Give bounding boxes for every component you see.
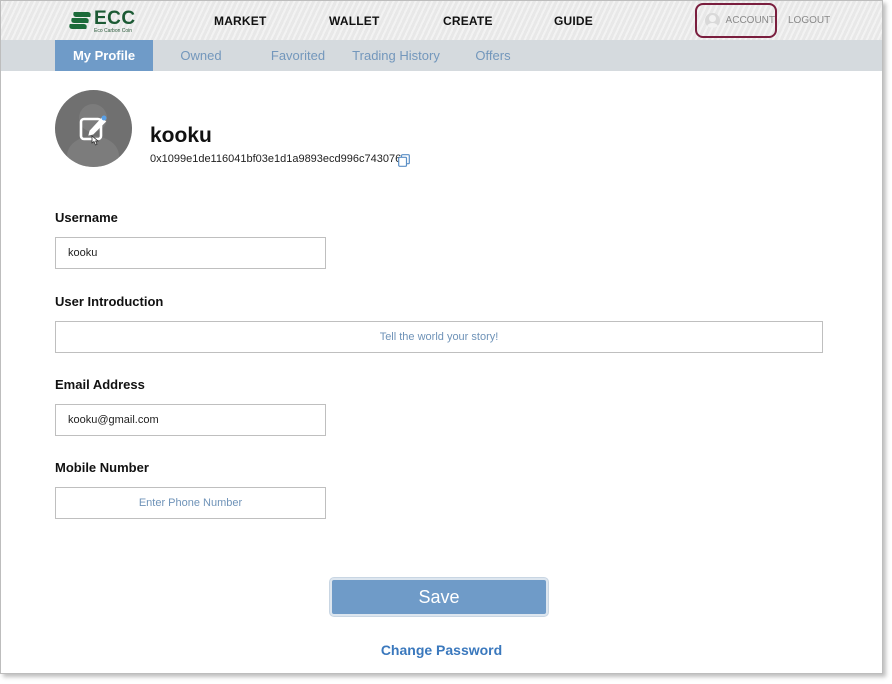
- username-label: Username: [55, 210, 118, 225]
- edit-icon: [79, 115, 107, 146]
- tab-my-profile[interactable]: My Profile: [55, 40, 153, 71]
- logo-title: ECC: [94, 8, 136, 29]
- user-introduction-field[interactable]: Tell the world your story!: [55, 321, 823, 353]
- username-field[interactable]: kooku: [55, 237, 326, 269]
- top-nav-bar: ECC Eco Carbon Coin MARKET WALLET CREATE…: [1, 1, 882, 40]
- nav-market[interactable]: MARKET: [214, 14, 267, 28]
- logo-subtitle: Eco Carbon Coin: [94, 28, 133, 34]
- mobile-number-label: Mobile Number: [55, 460, 149, 475]
- nav-create[interactable]: CREATE: [443, 14, 493, 28]
- logout-link[interactable]: LOGOUT: [788, 15, 830, 26]
- nav-guide[interactable]: GUIDE: [554, 14, 593, 28]
- mobile-number-field[interactable]: Enter Phone Number: [55, 487, 326, 519]
- change-password-link[interactable]: Change Password: [1, 642, 882, 658]
- account-button[interactable]: ACCOUNT: [695, 3, 777, 38]
- tab-trading-history[interactable]: Trading History: [351, 40, 441, 71]
- email-address-label: Email Address: [55, 377, 145, 392]
- nav-wallet[interactable]: WALLET: [329, 14, 380, 28]
- tab-favorited[interactable]: Favorited: [267, 40, 329, 71]
- profile-avatar[interactable]: [55, 90, 132, 167]
- copy-icon[interactable]: [398, 154, 410, 167]
- user-introduction-label: User Introduction: [55, 294, 164, 309]
- logo-leaf-icon: [68, 9, 93, 31]
- account-label: ACCOUNT: [725, 15, 775, 26]
- profile-display-name: kooku: [150, 124, 212, 147]
- browser-frame: ECC Eco Carbon Coin MARKET WALLET CREATE…: [0, 0, 883, 674]
- wallet-address: 0x1099e1de116041bf03e1d1a9893ecd996c7430…: [150, 153, 402, 165]
- save-button[interactable]: Save: [330, 578, 548, 616]
- tab-offers[interactable]: Offers: [471, 40, 515, 71]
- ecc-logo[interactable]: ECC Eco Carbon Coin: [68, 8, 136, 34]
- tab-owned[interactable]: Owned: [171, 40, 231, 71]
- user-avatar-icon: [705, 13, 720, 28]
- email-field[interactable]: kooku@gmail.com: [55, 404, 326, 436]
- profile-tab-bar: My Profile Owned Favorited Trading Histo…: [1, 40, 882, 71]
